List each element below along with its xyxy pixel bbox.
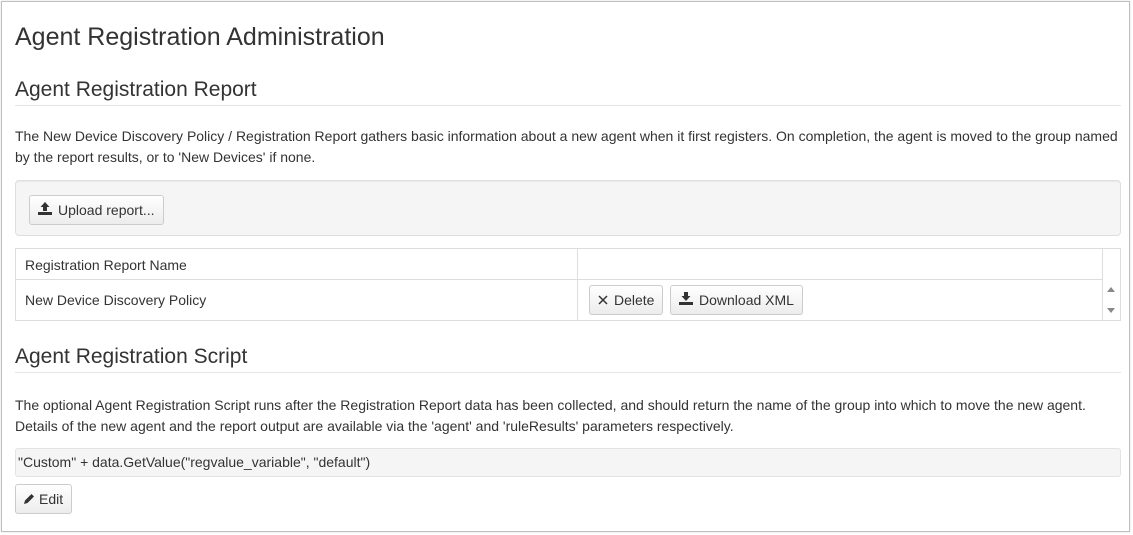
scroll-up-arrow-icon[interactable] bbox=[1107, 287, 1115, 292]
script-description: The optional Agent Registration Script r… bbox=[15, 397, 1086, 434]
close-icon bbox=[598, 286, 608, 314]
report-name-cell: New Device Discovery Policy bbox=[25, 292, 207, 308]
upload-toolbar: Upload report... bbox=[15, 180, 1121, 236]
upload-report-label: Upload report... bbox=[58, 202, 155, 218]
upload-icon bbox=[38, 196, 52, 224]
pencil-icon bbox=[24, 485, 35, 513]
page-frame: Agent Registration Administration Agent … bbox=[1, 1, 1130, 532]
report-section-title: Agent Registration Report bbox=[15, 78, 257, 101]
edit-script-button[interactable]: Edit bbox=[15, 484, 73, 514]
upload-report-button[interactable]: Upload report... bbox=[29, 195, 164, 225]
script-section-divider bbox=[15, 372, 1121, 373]
table-scrollbar[interactable] bbox=[1102, 249, 1120, 320]
report-section-divider bbox=[15, 105, 1121, 106]
delete-button[interactable]: Delete bbox=[589, 285, 664, 315]
column-header-report-name: Registration Report Name bbox=[25, 257, 187, 273]
edit-label: Edit bbox=[39, 491, 64, 507]
download-xml-label: Download XML bbox=[699, 292, 794, 308]
table-header: Registration Report Name bbox=[16, 249, 1102, 280]
download-xml-button[interactable]: Download XML bbox=[670, 285, 803, 315]
download-icon bbox=[679, 286, 693, 314]
scroll-down-arrow-icon[interactable] bbox=[1107, 308, 1115, 313]
delete-label: Delete bbox=[614, 292, 655, 308]
script-section-title: Agent Registration Script bbox=[15, 345, 248, 368]
registration-report-table: Registration Report Name New Device Disc… bbox=[15, 248, 1121, 321]
page-title: Agent Registration Administration bbox=[15, 23, 385, 51]
report-description: The New Device Discovery Policy / Regist… bbox=[15, 128, 1118, 165]
registration-script-value: "Custom" + data.GetValue("regvalue_varia… bbox=[15, 448, 1121, 477]
column-divider bbox=[577, 249, 578, 320]
